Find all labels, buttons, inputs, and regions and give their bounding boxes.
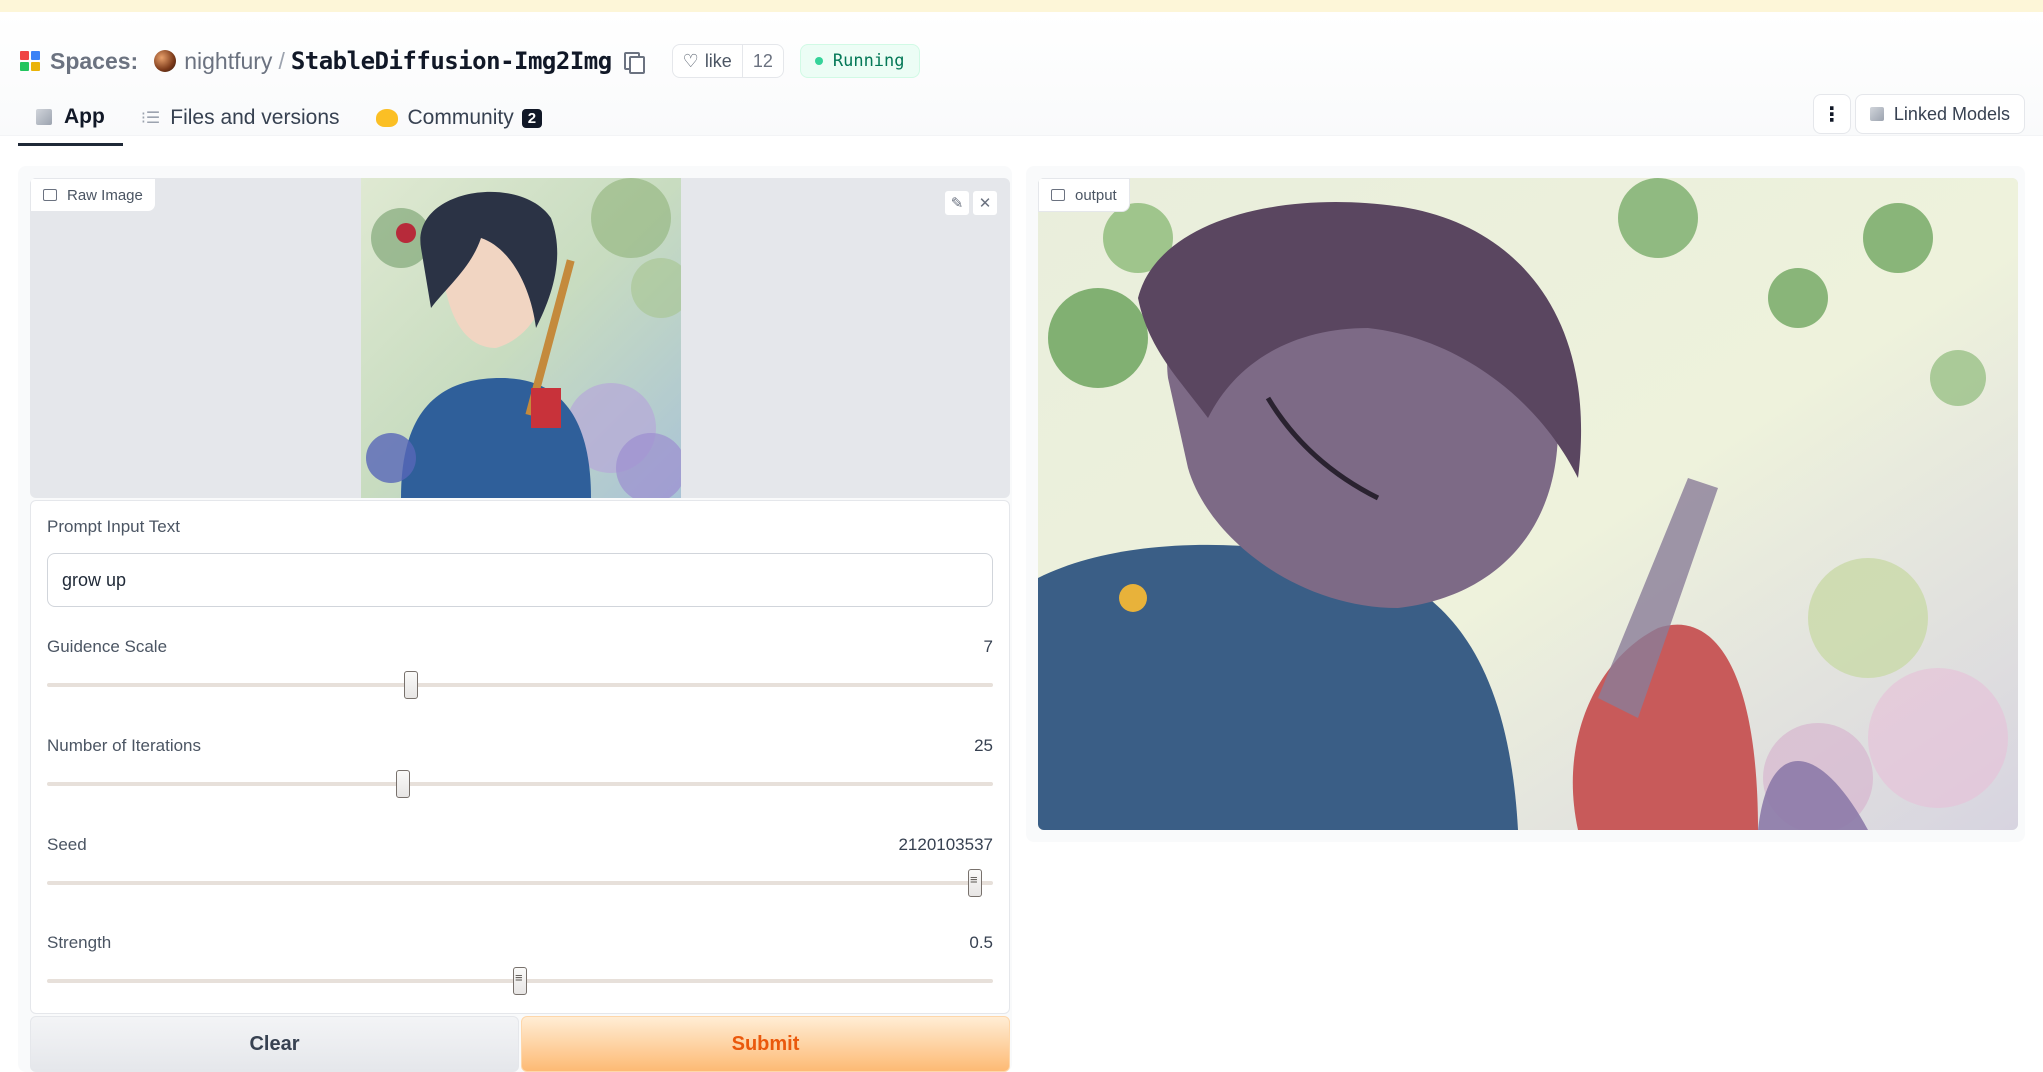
spaces-logo-icon xyxy=(20,51,40,71)
top-banner-strip xyxy=(0,0,2043,12)
raw-image-preview xyxy=(361,178,681,498)
strength-slider[interactable] xyxy=(47,967,993,995)
files-icon: ⁝☰ xyxy=(140,110,161,127)
output-column: output xyxy=(1026,166,2025,842)
output-label: output xyxy=(1038,178,1130,212)
status-dot-icon xyxy=(814,57,823,65)
prompt-label: Prompt Input Text xyxy=(47,517,180,536)
guidance-scale-label: Guidence Scale xyxy=(47,637,168,656)
app-cube-icon xyxy=(36,108,52,125)
status-badge: Running xyxy=(799,44,920,78)
community-icon xyxy=(375,109,398,127)
seed-slider[interactable] xyxy=(47,869,993,897)
seed-value[interactable]: 2120103537 xyxy=(898,835,993,855)
linked-models-label: Linked Models xyxy=(1893,103,2010,124)
parameters-form: Prompt Input Text grow up Guidence Scale… xyxy=(30,500,1010,1014)
submit-button[interactable]: Submit xyxy=(521,1016,1010,1072)
copy-icon[interactable] xyxy=(622,50,645,74)
more-options-button[interactable]: ⋮ xyxy=(1812,94,1851,134)
seed-label: Seed xyxy=(47,835,87,854)
like-toggle[interactable]: ♡ like xyxy=(673,45,742,77)
tab-app[interactable]: App xyxy=(18,90,123,146)
like-count[interactable]: 12 xyxy=(741,45,783,77)
owner-link[interactable]: nightfury xyxy=(184,48,272,75)
raw-image-upload[interactable]: Raw Image ✎ ✕ xyxy=(30,178,1010,498)
space-title-row: Spaces: nightfury / StableDiffusion-Img2… xyxy=(20,36,920,86)
tab-files-and-versions[interactable]: ⁝☰ Files and versions xyxy=(123,90,358,146)
header-right-tools: ⋮ Linked Models xyxy=(1812,94,2025,134)
clear-button[interactable]: Clear xyxy=(30,1016,519,1072)
iterations-value[interactable]: 25 xyxy=(974,736,993,756)
strength-thumb[interactable] xyxy=(513,967,527,995)
edit-pencil-icon[interactable]: ✎ xyxy=(944,190,970,216)
strength-value[interactable]: 0.5 xyxy=(969,933,993,953)
like-button[interactable]: ♡ like 12 xyxy=(671,44,784,78)
spaces-link[interactable]: Spaces: xyxy=(50,48,138,75)
tab-app-label: App xyxy=(64,104,105,128)
tab-files-label: Files and versions xyxy=(170,106,340,129)
image-icon xyxy=(43,189,57,201)
space-header: Spaces: nightfury / StableDiffusion-Img2… xyxy=(0,12,2043,146)
raw-image-label: Raw Image xyxy=(30,178,156,212)
like-label: like xyxy=(704,50,732,71)
guidance-scale-slider[interactable] xyxy=(47,671,993,699)
output-image-panel: output xyxy=(1038,178,2018,830)
repo-name-link[interactable]: StableDiffusion-Img2Img xyxy=(291,47,612,75)
image-tools: ✎ ✕ xyxy=(944,190,998,216)
strength-label: Strength xyxy=(47,933,112,952)
space-tabs: App ⁝☰ Files and versions Community 2 xyxy=(18,90,560,148)
action-buttons: Clear Submit xyxy=(30,1016,1010,1072)
linked-models-button[interactable]: Linked Models xyxy=(1854,94,2025,134)
iterations-slider[interactable] xyxy=(47,770,993,798)
image-icon xyxy=(1051,189,1065,201)
iterations-label: Number of Iterations xyxy=(47,736,202,755)
clear-image-icon[interactable]: ✕ xyxy=(972,190,998,216)
heart-icon: ♡ xyxy=(682,50,699,71)
tab-community[interactable]: Community 2 xyxy=(358,90,561,146)
guidance-scale-thumb[interactable] xyxy=(404,671,419,699)
owner-avatar[interactable] xyxy=(154,50,177,72)
model-cube-icon xyxy=(1869,107,1884,121)
gradio-app: Raw Image ✎ ✕ Prompt Input Text grow up … xyxy=(18,166,2025,1072)
community-count-badge: 2 xyxy=(521,108,543,128)
tab-community-label: Community xyxy=(407,106,514,129)
prompt-input[interactable]: grow up xyxy=(47,553,993,607)
path-separator: / xyxy=(278,47,285,74)
guidance-scale-value[interactable]: 7 xyxy=(984,637,993,657)
input-column: Raw Image ✎ ✕ Prompt Input Text grow up … xyxy=(18,166,1012,1072)
output-image xyxy=(1038,178,2018,830)
status-text: Running xyxy=(832,51,905,71)
seed-thumb[interactable] xyxy=(968,869,983,897)
iterations-thumb[interactable] xyxy=(395,770,410,798)
